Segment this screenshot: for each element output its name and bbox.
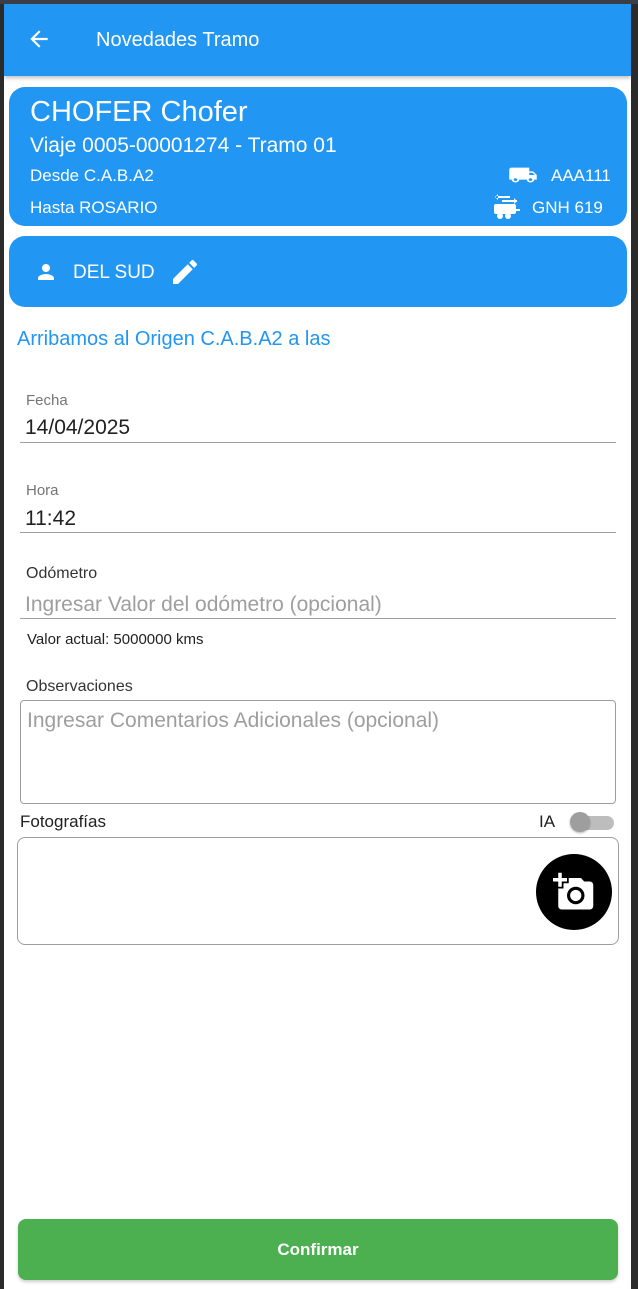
date-underline <box>20 442 616 443</box>
driver-name: CHOFER Chofer <box>30 96 248 128</box>
ia-toggle-thumb <box>570 812 590 832</box>
trip-info-card: CHOFER Chofer Viaje 0005-00001274 - Tram… <box>9 87 627 226</box>
ia-label: IA <box>539 812 556 831</box>
odometer-underline <box>20 618 616 619</box>
arrow-back-icon[interactable] <box>26 26 52 52</box>
ia-toggle[interactable] <box>570 812 616 832</box>
time-field[interactable]: 11:42 <box>25 507 76 531</box>
truck-icon <box>508 164 538 186</box>
observations-placeholder: Ingresar Comentarios Adicionales (opcion… <box>27 709 440 732</box>
screen: Novedades Tramo CHOFER Chofer Viaje 0005… <box>4 4 631 1289</box>
company-name: DEL SUD <box>73 262 155 283</box>
odometer-label: Odómetro <box>26 565 98 582</box>
time-label: Hora <box>26 482 59 499</box>
truck-plate: AAA111 <box>551 166 611 185</box>
section-title: Arribamos al Origen C.A.B.A2 a las <box>17 328 331 350</box>
trailer-plate: GNH 619 <box>532 198 603 217</box>
add-a-photo-icon <box>553 872 594 910</box>
company-card: DEL SUD <box>9 236 627 307</box>
trailer-icon <box>492 194 520 220</box>
time-underline <box>20 532 616 533</box>
app-bar: Novedades Tramo <box>4 4 631 76</box>
confirm-button[interactable]: Confirmar <box>18 1219 618 1280</box>
odometer-input[interactable]: Ingresar Valor del odómetro (opcional) <box>25 593 382 617</box>
edit-pencil-icon[interactable] <box>169 256 201 288</box>
destination-label: Hasta ROSARIO <box>30 198 158 217</box>
photos-container <box>17 837 619 945</box>
date-label: Fecha <box>26 392 68 409</box>
page-title: Novedades Tramo <box>96 29 260 51</box>
person-icon <box>34 260 58 284</box>
odometer-current-value: Valor actual: 5000000 kms <box>27 631 204 648</box>
add-photo-button[interactable] <box>536 854 612 930</box>
observations-textarea[interactable]: Ingresar Comentarios Adicionales (opcion… <box>20 700 616 804</box>
observations-label: Observaciones <box>26 678 133 695</box>
photos-label: Fotografías <box>20 812 106 831</box>
trip-number: Viaje 0005-00001274 - Tramo 01 <box>30 134 337 157</box>
date-field[interactable]: 14/04/2025 <box>25 416 130 440</box>
origin-label: Desde C.A.B.A2 <box>30 166 154 185</box>
